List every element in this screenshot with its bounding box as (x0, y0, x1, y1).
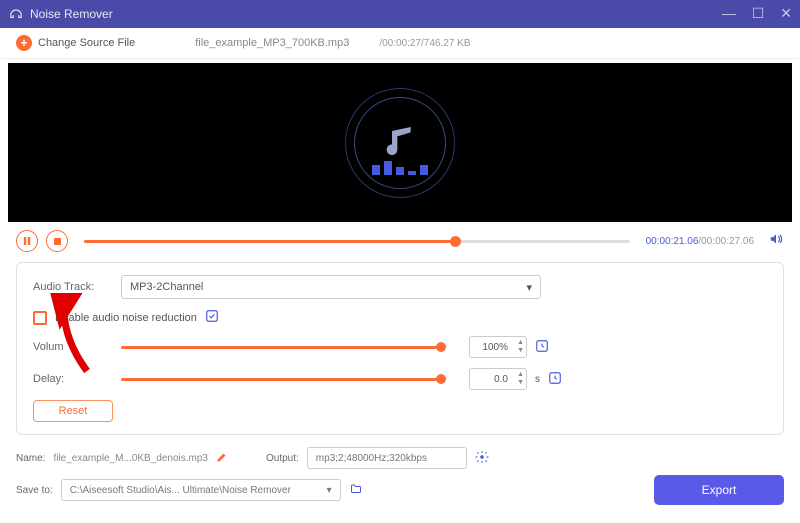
saveto-label: Save to: (16, 485, 53, 496)
app-window: Noise Remover — ☐ ✕ + Change Source File… (0, 0, 800, 523)
volume-slider[interactable] (121, 346, 441, 349)
delay-reset-icon[interactable] (548, 371, 562, 388)
controls-area: 00:00:21.06/00:00:27.06 Audio Track: MP3… (0, 222, 800, 443)
total-time: 00:00:27.06 (701, 236, 754, 247)
audio-track-value: MP3-2Channel (130, 281, 203, 293)
header-bar: + Change Source File file_example_MP3_70… (0, 28, 800, 60)
delay-label: Delay: (33, 373, 113, 385)
time-display: 00:00:21.06/00:00:27.06 (646, 236, 754, 247)
pause-button[interactable] (16, 230, 38, 252)
window-controls: — ☐ ✕ (722, 5, 792, 22)
maximize-button[interactable]: ☐ (752, 5, 765, 22)
audio-track-label: Audio Track: (33, 281, 113, 293)
playback-bar: 00:00:21.06/00:00:27.06 (16, 230, 784, 252)
export-button[interactable]: Export (654, 475, 784, 505)
edit-name-icon[interactable] (216, 451, 228, 466)
delay-stepper[interactable]: 0.0 ▲▼ (469, 368, 527, 390)
open-folder-icon[interactable] (349, 483, 363, 498)
source-filename: file_example_MP3_700KB.mp3 (195, 37, 349, 49)
delay-value: 0.0 (494, 374, 508, 385)
reset-button[interactable]: Reset (33, 400, 113, 422)
name-label: Name: (16, 453, 45, 464)
name-value: file_example_M...0KB_denois.mp3 (53, 453, 208, 464)
chevron-down-icon: ▾ (327, 485, 332, 496)
current-time: 00:00:21.06 (646, 236, 699, 247)
equalizer-icon (372, 161, 428, 175)
stop-button[interactable] (46, 230, 68, 252)
delay-unit: s (535, 374, 540, 385)
volume-label: Volum (33, 341, 113, 353)
app-icon (8, 6, 24, 22)
audio-track-select[interactable]: MP3-2Channel ▾ (121, 275, 541, 299)
close-button[interactable]: ✕ (780, 5, 792, 22)
volume-icon[interactable] (768, 232, 784, 251)
output-value: mp3;2;48000Hz;320kbps (316, 453, 427, 464)
saveto-select[interactable]: C:\Aiseesoft Studio\Ais... Ultimate\Nois… (61, 479, 341, 501)
chevron-down-icon: ▾ (526, 281, 532, 294)
volume-stepper[interactable]: 100% ▲▼ (469, 336, 527, 358)
enable-noise-checkbox[interactable] (33, 311, 47, 325)
delay-slider[interactable] (121, 378, 441, 381)
output-label: Output: (266, 453, 299, 464)
minimize-button[interactable]: — (722, 5, 736, 22)
volume-value: 100% (482, 342, 508, 353)
music-note-icon (384, 123, 416, 163)
enable-noise-label: Enable audio noise reduction (55, 312, 197, 324)
progress-slider[interactable] (84, 240, 630, 243)
output-format-select[interactable]: mp3;2;48000Hz;320kbps (307, 447, 467, 469)
plus-icon: + (16, 35, 32, 51)
titlebar: Noise Remover — ☐ ✕ (0, 0, 800, 28)
music-visualizer (345, 88, 455, 198)
change-source-label: Change Source File (38, 37, 135, 49)
source-info: /00:00:27/746.27 KB (379, 38, 470, 49)
settings-panel: Audio Track: MP3-2Channel ▾ Enable audio… (16, 262, 784, 435)
footer: Name: file_example_M...0KB_denois.mp3 Ou… (0, 443, 800, 523)
preview-area (8, 63, 792, 222)
noise-settings-icon[interactable] (205, 309, 219, 326)
output-settings-icon[interactable] (475, 450, 489, 467)
saveto-value: C:\Aiseesoft Studio\Ais... Ultimate\Nois… (70, 485, 291, 496)
volume-reset-icon[interactable] (535, 339, 549, 356)
change-source-button[interactable]: + Change Source File (16, 35, 135, 51)
app-title: Noise Remover (30, 7, 722, 21)
